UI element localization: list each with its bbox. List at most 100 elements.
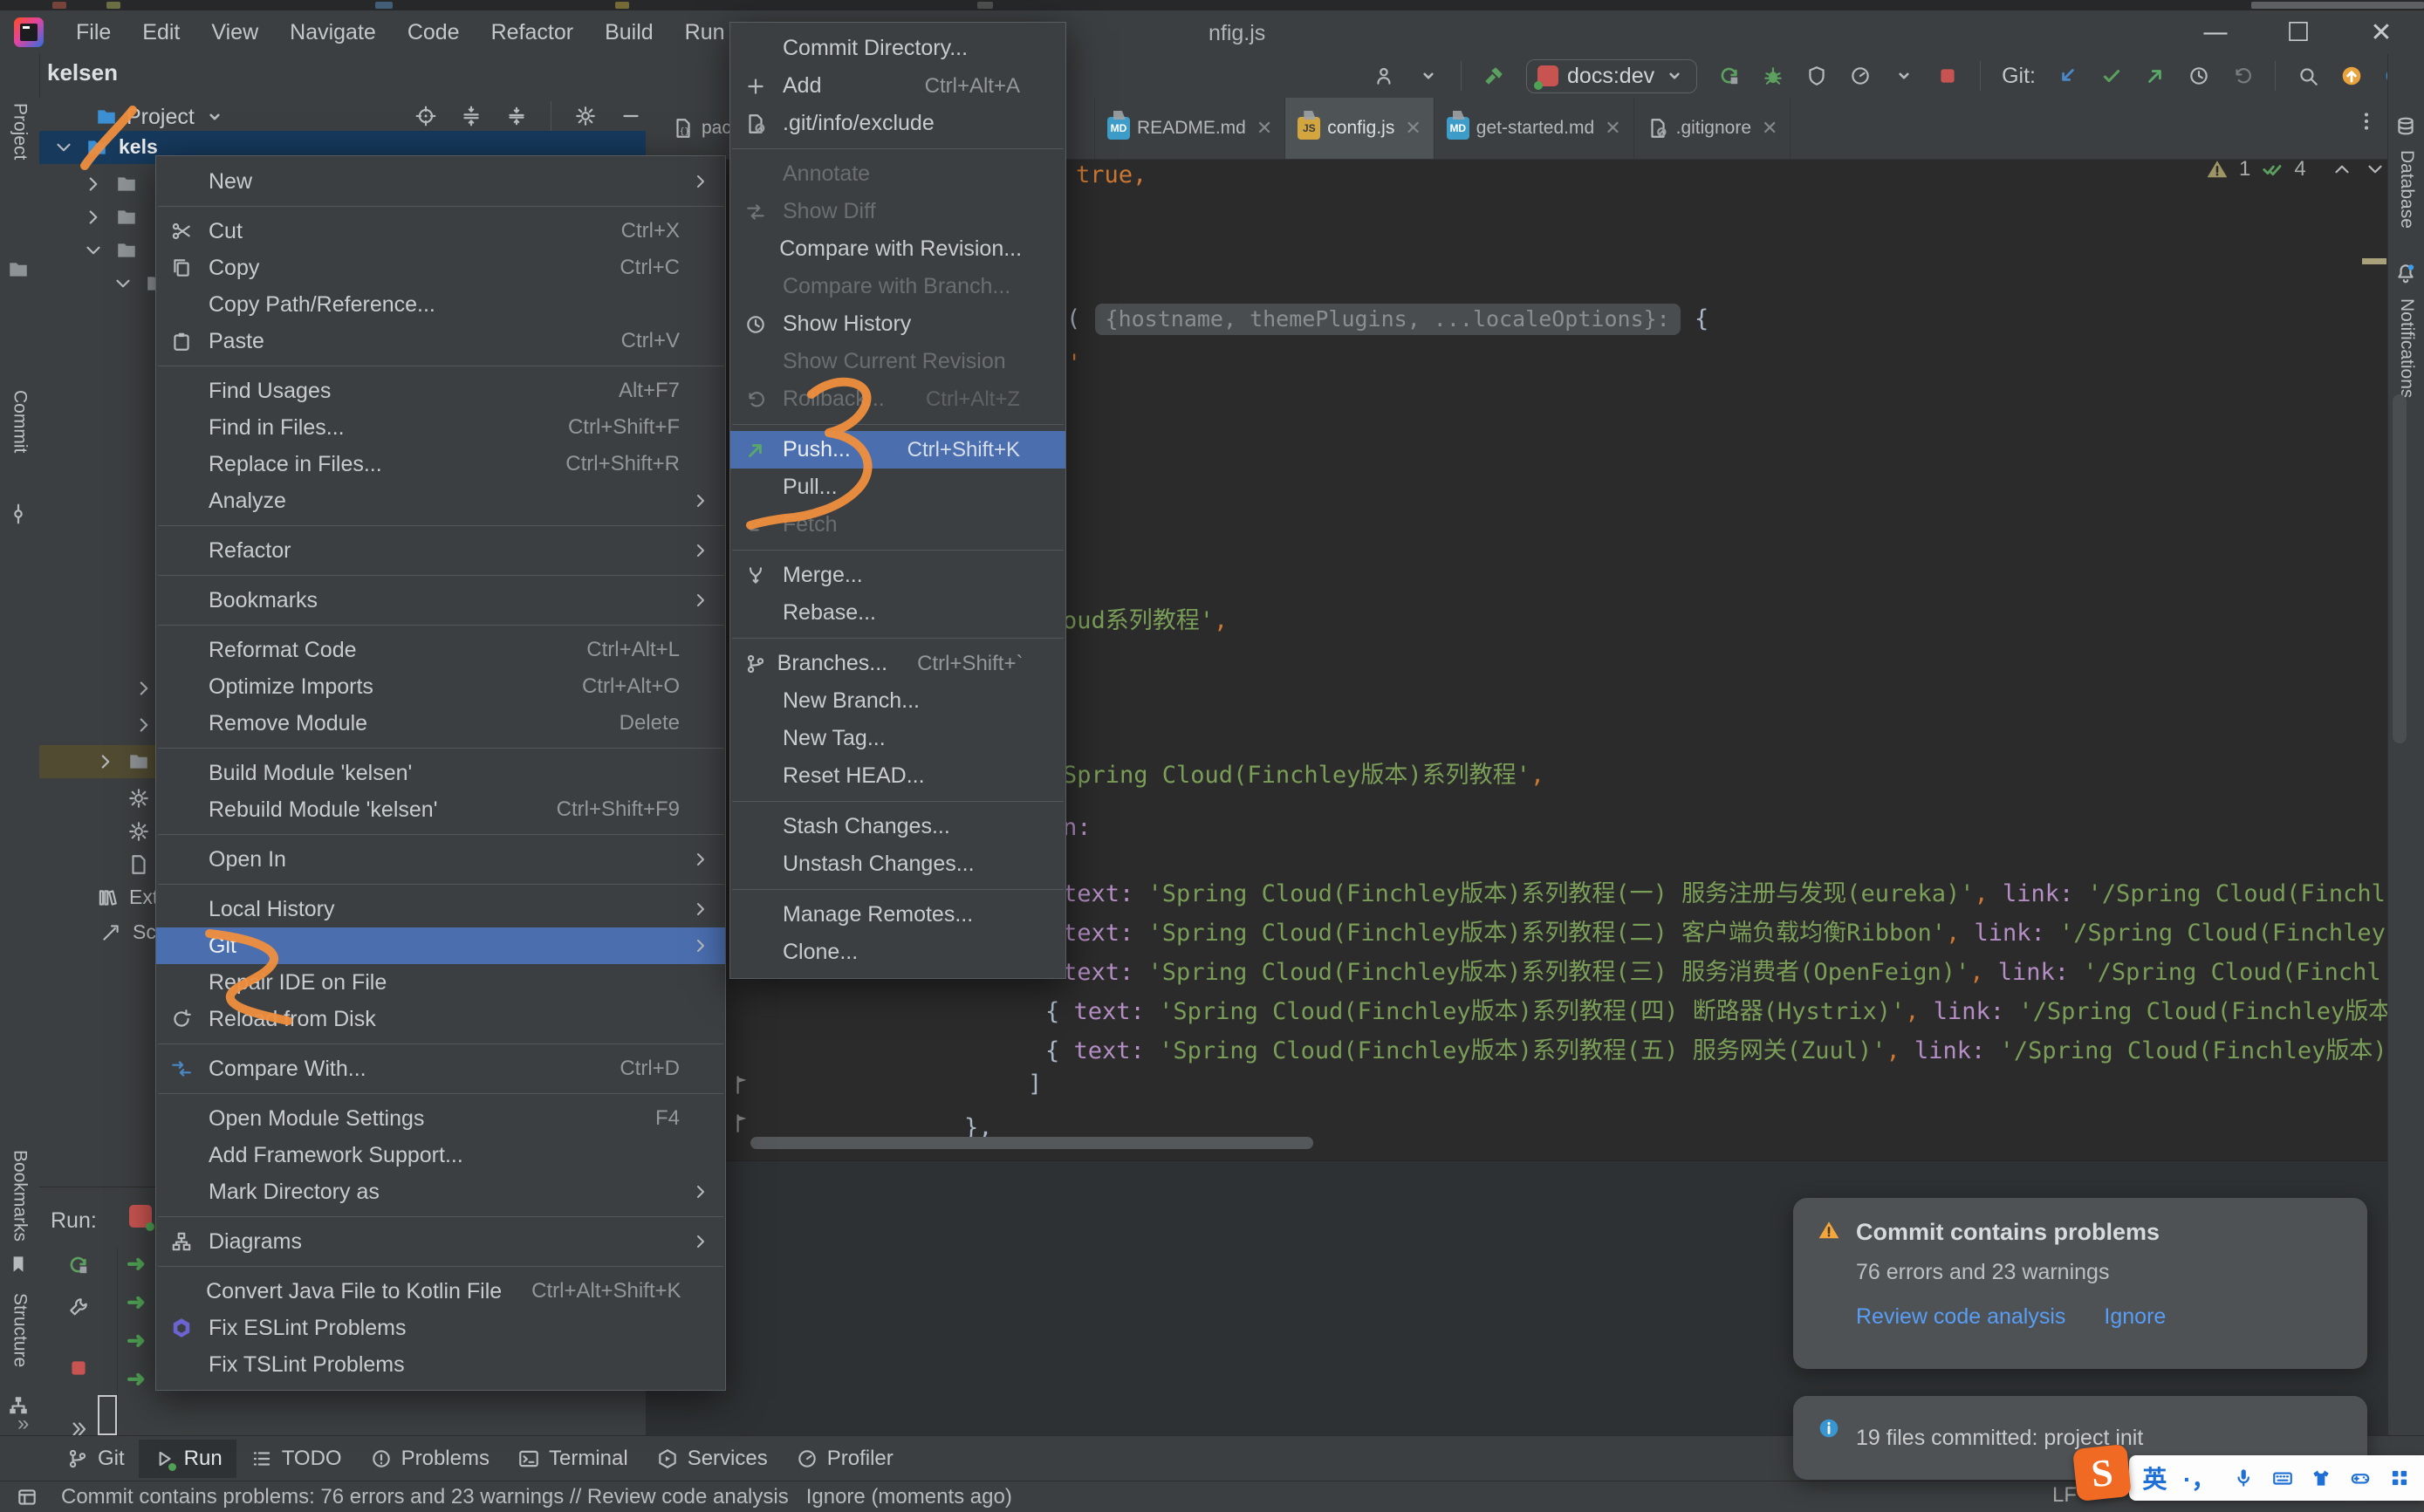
menu-item-reset-head[interactable]: Reset HEAD... (730, 757, 1065, 795)
menubar-item-code[interactable]: Code (394, 15, 473, 51)
ime-language-toggle[interactable]: 英 (2142, 1461, 2167, 1495)
toolwindow-button-terminal[interactable]: Terminal (503, 1440, 642, 1478)
menu-item-unstash-changes[interactable]: Unstash Changes... (730, 845, 1065, 883)
menu-item-fix-tslint-problems[interactable]: Fix TSLint Problems (156, 1346, 725, 1383)
menu-item-local-history[interactable]: Local History (156, 891, 725, 927)
project-view-selector[interactable]: Project (95, 105, 226, 130)
console-scroll-marker[interactable] (98, 1395, 117, 1435)
close-icon[interactable]: ✕ (1405, 117, 1421, 140)
menu-item-build-module-kelsen[interactable]: Build Module 'kelsen' (156, 755, 725, 791)
bell-icon[interactable] (2394, 262, 2417, 289)
menu-item-pull[interactable]: Pull... (730, 469, 1065, 506)
minimize-button[interactable]: — (2179, 10, 2252, 54)
menu-item-add-framework-support[interactable]: Add Framework Support... (156, 1137, 725, 1173)
locate-target-icon[interactable] (414, 105, 437, 127)
layout-icon[interactable] (16, 1486, 38, 1509)
menu-item-branches[interactable]: Branches...Ctrl+Shift+` (730, 645, 1065, 682)
prev-problem-icon[interactable] (2331, 158, 2353, 181)
rerun-icon[interactable] (67, 1254, 90, 1276)
debug-bug-icon[interactable] (1762, 65, 1784, 87)
menu-item-push[interactable]: Push...Ctrl+Shift+K (730, 431, 1065, 469)
menu-item-git-info-exclude[interactable]: .git/info/exclude (730, 105, 1065, 142)
stripe-tab-structure[interactable]: Structure (0, 1293, 39, 1367)
tab-options-kebab-icon[interactable] (2355, 110, 2378, 133)
close-button[interactable]: ✕ (2345, 10, 2418, 54)
editor-vertical-scrollbar[interactable] (2393, 394, 2407, 743)
menubar-item-navigate[interactable]: Navigate (277, 15, 389, 51)
status-ignore-action[interactable]: Ignore (moments ago) (806, 1485, 1012, 1509)
sogou-ime-logo[interactable]: S (2072, 1444, 2132, 1502)
menu-item-merge[interactable]: Merge... (730, 557, 1065, 594)
gamepad-icon[interactable] (2349, 1467, 2372, 1489)
gutter-bookmark-icon[interactable] (731, 1073, 754, 1096)
profiler-icon[interactable] (1849, 65, 1872, 87)
menubar-item-view[interactable]: View (198, 15, 271, 51)
run-config-combo[interactable]: docs:dev (1526, 59, 1697, 93)
menu-item-reload-from-disk[interactable]: Reload from Disk (156, 1001, 725, 1037)
menu-item-compare-with-revision[interactable]: Compare with Revision... (730, 230, 1065, 268)
collapse-all-icon[interactable] (505, 105, 528, 127)
menu-item-rebuild-module-kelsen[interactable]: Rebuild Module 'kelsen'Ctrl+Shift+F9 (156, 791, 725, 828)
menu-item-remove-module[interactable]: Remove ModuleDelete (156, 705, 725, 742)
menu-item-repair-ide-on-file[interactable]: Repair IDE on File (156, 964, 725, 1001)
rerun-icon[interactable] (1718, 65, 1741, 87)
menubar-item-file[interactable]: File (63, 15, 124, 51)
stop-icon[interactable] (1936, 65, 1959, 87)
history-clock-icon[interactable] (2188, 65, 2210, 87)
menu-item-new-branch[interactable]: New Branch... (730, 682, 1065, 720)
search-icon[interactable] (2297, 65, 2319, 87)
stripe-more-chevrons[interactable]: » (17, 1412, 29, 1436)
menu-item-commit-directory[interactable]: Commit Directory... (730, 30, 1065, 67)
close-icon[interactable]: ✕ (1762, 117, 1777, 140)
menu-item-manage-remotes[interactable]: Manage Remotes... (730, 896, 1065, 934)
stripe-tab-commit[interactable]: Commit (0, 390, 39, 453)
stripe-tab-notifications[interactable]: Notifications (2388, 298, 2424, 398)
menu-item-find-in-files[interactable]: Find in Files...Ctrl+Shift+F (156, 409, 725, 446)
menu-item-cut[interactable]: CutCtrl+X (156, 213, 725, 250)
menu-item-reformat-code[interactable]: Reformat CodeCtrl+Alt+L (156, 632, 725, 668)
menubar-item-build[interactable]: Build (592, 15, 667, 51)
toolwindow-button-todo[interactable]: TODO (236, 1440, 356, 1478)
menu-item-copy[interactable]: CopyCtrl+C (156, 250, 725, 286)
menu-item-new[interactable]: New (156, 163, 725, 200)
folder-icon[interactable] (7, 258, 30, 285)
menu-item-new-tag[interactable]: New Tag... (730, 720, 1065, 757)
update-project-icon[interactable] (2057, 65, 2079, 87)
menu-item-compare-with[interactable]: Compare With...Ctrl+D (156, 1050, 725, 1087)
menu-item-paste[interactable]: PasteCtrl+V (156, 323, 725, 359)
menu-item-copy-path-reference[interactable]: Copy Path/Reference... (156, 286, 725, 323)
menu-item-refactor[interactable]: Refactor (156, 532, 725, 569)
stop-icon[interactable] (67, 1357, 90, 1379)
skin-shirt-icon[interactable] (2310, 1467, 2332, 1489)
bookmark-icon[interactable] (7, 1253, 30, 1280)
menu-item-open-in[interactable]: Open In (156, 841, 725, 878)
menu-item-annotate[interactable]: Annotate (730, 155, 1065, 193)
menu-item-optimize-imports[interactable]: Optimize ImportsCtrl+Alt+O (156, 668, 725, 705)
menu-item-rollback[interactable]: Rollback...Ctrl+Alt+Z (730, 380, 1065, 418)
gear-icon[interactable] (574, 105, 597, 127)
menu-item-git[interactable]: Git (156, 927, 725, 964)
menu-item-diagrams[interactable]: Diagrams (156, 1223, 725, 1260)
ide-update-icon[interactable] (2340, 65, 2363, 87)
stripe-tab-bookmarks[interactable]: Bookmarks (0, 1150, 39, 1242)
ime-punctuation-toggle[interactable]: ·， (2183, 1461, 2215, 1495)
menu-item-find-usages[interactable]: Find UsagesAlt+F7 (156, 373, 725, 409)
menu-item-mark-directory-as[interactable]: Mark Directory as (156, 1173, 725, 1210)
build-hammer-icon[interactable] (1482, 65, 1505, 87)
editor-tab-config-js[interactable]: JSconfig.js✕ (1285, 98, 1434, 159)
menu-item-stash-changes[interactable]: Stash Changes... (730, 808, 1065, 845)
keyboard-icon[interactable] (2271, 1467, 2294, 1489)
database-icon[interactable] (2394, 115, 2417, 142)
editor-horizontal-scrollbar[interactable] (750, 1137, 1313, 1149)
close-icon[interactable]: ✕ (1257, 117, 1272, 140)
menu-item-show-history[interactable]: Show History (730, 305, 1065, 343)
wrench-icon[interactable] (67, 1296, 90, 1318)
menu-item-rebase[interactable]: Rebase... (730, 594, 1065, 632)
toolwindow-button-git[interactable]: Git (52, 1440, 139, 1478)
menu-item-convert-java-file-to-kotlin-file[interactable]: Convert Java File to Kotlin FileCtrl+Alt… (156, 1273, 725, 1310)
menu-item-compare-with-branch[interactable]: Compare with Branch... (730, 268, 1065, 305)
notification-toast[interactable]: Commit contains problems76 errors and 23… (1793, 1198, 2367, 1369)
menu-item-show-current-revision[interactable]: Show Current Revision (730, 343, 1065, 380)
editor-tab-readme-md[interactable]: MDREADME.md✕ (1095, 98, 1285, 159)
maximize-button[interactable]: ☐ (2262, 10, 2335, 54)
